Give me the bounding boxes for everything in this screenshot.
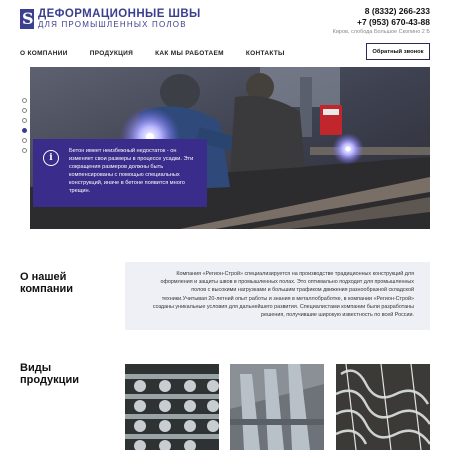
callback-button[interactable]: Обратный звонок	[366, 43, 430, 60]
logo-title: ДЕФОРМАЦИОННЫЕ ШВЫ	[38, 8, 201, 20]
contacts: 8 (8332) 266-233 +7 (953) 670-43-88 Киро…	[333, 6, 430, 36]
hero-info-text: Бетон имеет неизбежный недостаток - он и…	[69, 148, 194, 194]
address: Киров, слобода Большое Скопино 2 Б	[332, 29, 430, 35]
main-nav: О КОМПАНИИ ПРОДУКЦИЯ КАК МЫ РАБОТАЕМ КОН…	[20, 50, 285, 57]
info-icon: i	[43, 150, 59, 166]
slider-dots	[22, 98, 27, 153]
product-image-joints	[230, 364, 324, 450]
nav-item-how-we-work[interactable]: КАК МЫ РАБОТАЕМ	[155, 50, 224, 57]
slider-dot[interactable]	[22, 148, 27, 153]
phone-1[interactable]: 8 (8332) 266-233	[333, 6, 430, 17]
logo[interactable]: ДЕФОРМАЦИОННЫЕ ШВЫ ДЛЯ ПРОМЫШЛЕННЫХ ПОЛО…	[20, 8, 201, 30]
about-text: Компания «Регион-Строй» специализируется…	[152, 271, 414, 319]
logo-mark-icon	[20, 9, 34, 29]
nav-item-contacts[interactable]: КОНТАКТЫ	[246, 50, 285, 57]
product-image-rods	[125, 364, 219, 450]
products-title: Виды продукции	[20, 362, 79, 386]
nav-item-products[interactable]: ПРОДУКЦИЯ	[90, 50, 133, 57]
about-title: О нашей компании	[20, 271, 74, 295]
slider-dot[interactable]	[22, 118, 27, 123]
hero-info-card: i Бетон имеет неизбежный недостаток - он…	[33, 139, 207, 207]
product-card-2[interactable]	[230, 364, 324, 450]
slider-dot-active[interactable]	[22, 128, 27, 133]
nav-item-about[interactable]: О КОМПАНИИ	[20, 50, 68, 57]
slider-dot[interactable]	[22, 98, 27, 103]
slider-dot[interactable]	[22, 138, 27, 143]
about-box: Компания «Регион-Строй» специализируется…	[125, 262, 430, 330]
logo-subtitle: ДЛЯ ПРОМЫШЛЕННЫХ ПОЛОВ	[38, 20, 187, 29]
product-card-1[interactable]	[125, 364, 219, 450]
phone-2[interactable]: +7 (953) 670-43-88	[333, 17, 430, 28]
product-image-wire-frames	[336, 364, 430, 450]
product-card-3[interactable]	[336, 364, 430, 450]
slider-dot[interactable]	[22, 108, 27, 113]
